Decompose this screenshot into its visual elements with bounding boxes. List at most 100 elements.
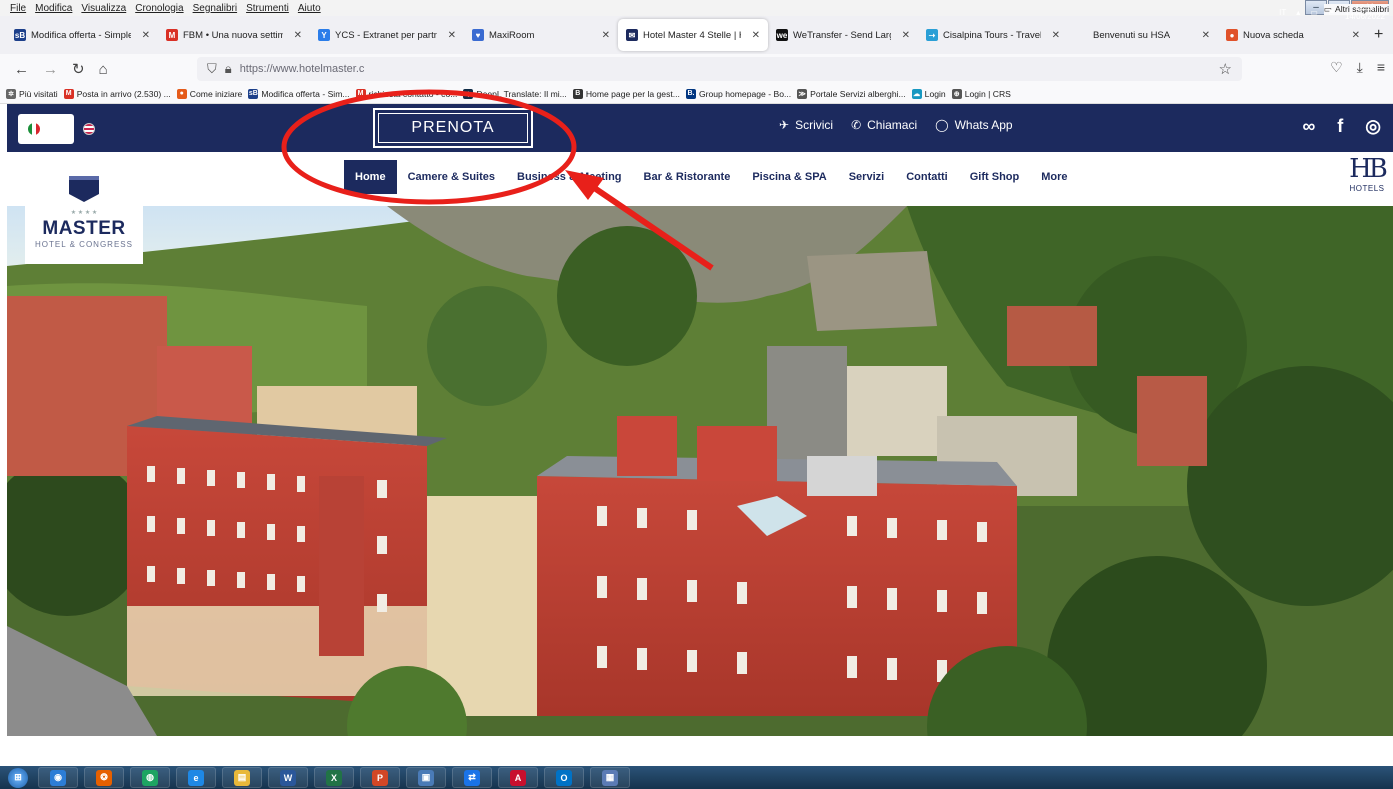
menu-item[interactable]: Strumenti [246, 3, 289, 14]
close-tab-icon[interactable]: ✕ [1196, 30, 1210, 41]
pocket-icon[interactable]: ♡ [1330, 59, 1343, 76]
taskbar-app[interactable]: ⇄ [452, 767, 492, 788]
bookmark-favicon-icon: M [63, 88, 74, 99]
master-hotel-logo[interactable]: ★ ★ ★ ★ MASTER HOTEL & CONGRESS [25, 206, 143, 264]
nav-item[interactable]: Home [344, 160, 397, 194]
prenota-button[interactable]: PRENOTA [373, 108, 533, 148]
url-text[interactable]: https://www.hotelmaster.c [240, 63, 365, 75]
hb-hotels-logo[interactable]: HB HOTELS [1347, 154, 1388, 193]
contact-link[interactable]: ✆ Chiamaci [851, 118, 917, 132]
browser-tab[interactable]: ● Nuova scheda ✕ [1218, 19, 1368, 51]
nav-item[interactable]: Piscina & SPA [741, 160, 837, 194]
start-button[interactable]: ⊞ [4, 767, 32, 788]
shield-icon[interactable]: ⛉ [207, 61, 217, 77]
bookmark-item[interactable]: sB Modifica offerta - Sim... [248, 88, 350, 99]
taskbar-app[interactable]: ❂ [84, 767, 124, 788]
site-nav: Home Camere & Suites Business & Meeting Bar… [7, 152, 1393, 206]
close-tab-icon[interactable]: ✕ [896, 30, 910, 41]
home-icon[interactable]: ⌂ [99, 61, 108, 78]
contact-link[interactable]: ◯ Whats App [935, 118, 1012, 132]
menu-item[interactable]: Visualizza [81, 3, 126, 14]
taskbar-app[interactable]: ▤ [222, 767, 262, 788]
nav-item[interactable]: Servizi [838, 160, 895, 194]
taskbar-app[interactable]: X [314, 767, 354, 788]
back-icon[interactable]: ← [14, 61, 29, 78]
facebook-icon[interactable]: f [1337, 116, 1343, 137]
bookmark-item[interactable]: ● Come iniziare [176, 88, 242, 99]
menu-item[interactable]: File [10, 3, 26, 14]
nav-item[interactable]: Gift Shop [959, 160, 1031, 194]
logo-subtitle: HOTEL & CONGRESS [35, 240, 133, 249]
bookmark-star-icon[interactable]: ☆ [1219, 60, 1232, 78]
bookmark-item[interactable]: B Home page per la gest... [572, 88, 680, 99]
forward-icon[interactable]: → [43, 61, 58, 78]
menu-item[interactable]: Aiuto [298, 3, 321, 14]
browser-tab[interactable]: ➝ Cisalpina Tours - Travel Man ✕ [918, 19, 1068, 51]
nav-item[interactable]: Camere & Suites [397, 160, 506, 194]
tab-title: YCS - Extranet per partner [335, 29, 437, 41]
browser-tab[interactable]: Benvenuti su HSA ✕ [1068, 19, 1218, 51]
lock-icon[interactable]: 🔒︎ [225, 61, 232, 77]
bookmark-item[interactable]: ◆ DeepL Translate: Il mi... [463, 88, 567, 99]
nav-item[interactable]: Bar & Ristorante [633, 160, 742, 194]
close-tab-icon[interactable]: ✕ [442, 30, 456, 41]
us-flag-icon[interactable] [83, 123, 95, 135]
new-tab-icon[interactable]: + [1374, 26, 1383, 44]
app-icon: ▦ [602, 769, 618, 786]
browser-tab[interactable]: ✉ Hotel Master 4 Stelle | Hotel ✕ [618, 19, 768, 51]
contact-link[interactable]: ✈ Scrivici [779, 118, 833, 132]
browser-tab[interactable]: sB Modifica offerta - Simple Bo ✕ [6, 19, 158, 51]
flag-icon[interactable]: ⚑ [1328, 8, 1335, 17]
bookmark-item[interactable]: Mrichiesta contatto - co... [355, 88, 457, 99]
bookmark-item[interactable]: ≫ Portale Servizi alberghi... [797, 88, 906, 99]
taskbar-app[interactable]: ◉ [38, 767, 78, 788]
clock[interactable]: 12:12 14/06/2022 [1345, 3, 1385, 21]
taskbar-app[interactable]: ◍ [130, 767, 170, 788]
tray-arrow-icon[interactable]: ▴ [1296, 8, 1300, 17]
browser-tab[interactable]: we WeTransfer - Send Large File ✕ [768, 19, 918, 51]
taskbar-app[interactable]: ▣ [406, 767, 446, 788]
bookmark-item[interactable]: B. Group homepage - Bo... [685, 88, 791, 99]
hb-label: HOTELS [1349, 184, 1385, 193]
nav-item[interactable]: Contatti [895, 160, 959, 194]
bookmark-item[interactable]: ✲ Più visitati [6, 88, 58, 99]
language-indicator[interactable]: IT [1279, 8, 1286, 17]
extensions-icon[interactable]: ≡ [1377, 59, 1385, 76]
app-icon: ▣ [418, 769, 434, 786]
browser-tab[interactable]: ♥ MaxiRoom ✕ [464, 19, 618, 51]
bookmark-item[interactable]: ☁ Login [911, 88, 946, 99]
menu-item[interactable]: Cronologia [135, 3, 183, 14]
tab-title: Nuova scheda [1243, 29, 1304, 41]
taskbar-app[interactable]: W [268, 767, 308, 788]
tab-favicon-icon: Y [318, 29, 330, 41]
close-tab-icon[interactable]: ✕ [1346, 30, 1360, 41]
close-tab-icon[interactable]: ✕ [136, 30, 150, 41]
italian-flag-icon[interactable] [28, 123, 40, 135]
close-tab-icon[interactable]: ✕ [746, 30, 760, 41]
menu-item[interactable]: Segnalibri [193, 3, 237, 14]
reload-icon[interactable]: ↻ [72, 60, 85, 78]
url-bar[interactable]: ⛉ 🔒︎ https://www.hotelmaster.c ☆ [197, 57, 1242, 81]
taskbar-app[interactable]: A [498, 767, 538, 788]
nav-item[interactable]: More [1030, 160, 1078, 194]
taskbar-app[interactable]: O [544, 767, 584, 788]
bookmark-label: Home page per la gest... [585, 88, 680, 99]
taskbar-app[interactable]: ▦ [590, 767, 630, 788]
network-icon[interactable]: ▭ [1310, 8, 1318, 17]
instagram-icon[interactable]: ◎ [1365, 116, 1381, 137]
bookmark-item[interactable]: ⊕ Login | CRS [951, 88, 1011, 99]
app-icon: X [326, 769, 342, 786]
menu-item[interactable]: Modifica [35, 3, 72, 14]
tripadvisor-icon[interactable]: ∞ [1302, 116, 1315, 137]
nav-item[interactable]: Business & Meeting [506, 160, 633, 194]
taskbar-app[interactable]: e [176, 767, 216, 788]
close-tab-icon[interactable]: ✕ [288, 30, 302, 41]
close-tab-icon[interactable]: ✕ [1046, 30, 1060, 41]
browser-tab[interactable]: Y YCS - Extranet per partner ✕ [310, 19, 464, 51]
close-tab-icon[interactable]: ✕ [596, 30, 610, 41]
bookmark-item[interactable]: M Posta in arrivo (2.530) ... [63, 88, 171, 99]
taskbar-app[interactable]: P [360, 767, 400, 788]
downloads-icon[interactable]: ⤓ [1357, 59, 1363, 76]
browser-tab[interactable]: M FBM • Una nuova settimana ✕ [158, 19, 310, 51]
app-icon: ⇄ [464, 769, 480, 786]
